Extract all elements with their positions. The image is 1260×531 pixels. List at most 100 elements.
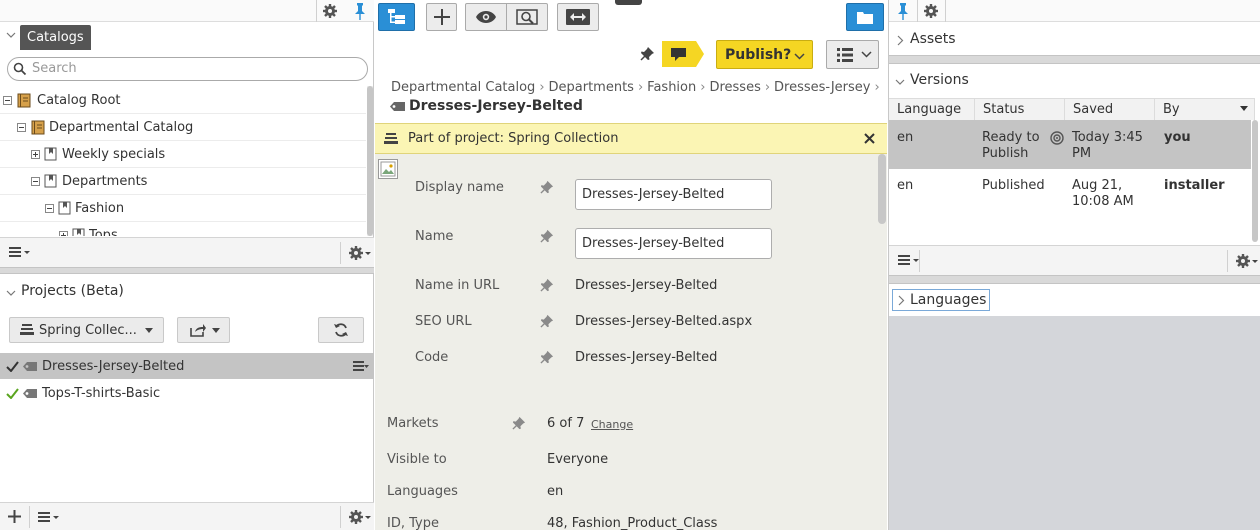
languages-title: Languages — [910, 292, 987, 308]
plus-icon — [433, 9, 450, 25]
project-select[interactable]: Spring Collec... — [9, 317, 164, 343]
pin-off-icon[interactable] — [640, 46, 655, 61]
catalogs-header[interactable]: Catalogs — [0, 24, 374, 50]
pane-splitter[interactable] — [889, 275, 1260, 284]
pin-off-icon[interactable] — [512, 416, 526, 430]
collapse-icon[interactable] — [31, 176, 40, 186]
preview-button[interactable] — [465, 3, 507, 31]
page-title: Dresses-Jersey-Belted — [409, 98, 583, 114]
code-label: Code — [415, 350, 449, 365]
project-item-label: Dresses-Jersey-Belted — [42, 358, 185, 374]
publish-button[interactable]: Publish? — [716, 40, 813, 69]
view-options-button[interactable] — [826, 40, 879, 69]
pin-off-icon[interactable] — [540, 350, 554, 364]
breadcrumb-item[interactable]: Departmental Catalog — [391, 80, 535, 95]
collapse-icon[interactable] — [17, 122, 26, 132]
divider — [945, 0, 946, 22]
column-header-saved[interactable]: Saved — [1065, 98, 1155, 120]
tree-item-weekly-specials[interactable]: Weekly specials — [0, 141, 366, 168]
project-select-label: Spring Collec... — [39, 322, 137, 338]
list-menu-icon[interactable] — [9, 246, 31, 258]
search-input[interactable]: Search — [7, 57, 368, 81]
collapse-icon[interactable] — [45, 203, 54, 213]
table-row[interactable]: en Ready to Publish Today 3:45 PM you — [889, 120, 1251, 169]
category-icon — [58, 201, 71, 215]
tree-item-tops[interactable]: Tops — [0, 222, 366, 236]
project-item-tops-t-shirts-basic[interactable]: Tops-T-shirts-Basic — [0, 380, 374, 406]
gear-icon[interactable] — [348, 509, 372, 525]
gear-icon[interactable] — [348, 245, 372, 261]
gear-icon[interactable] — [1235, 253, 1259, 269]
list-menu-icon[interactable] — [898, 254, 920, 266]
seo-url-value[interactable]: Dresses-Jersey-Belted.aspx — [575, 314, 752, 329]
pin-icon[interactable] — [895, 2, 911, 20]
scrollbar-thumb[interactable] — [367, 86, 373, 236]
add-content-button[interactable] — [426, 3, 457, 31]
divider — [1227, 250, 1228, 272]
collapse-icon[interactable] — [3, 95, 12, 105]
list-menu-icon[interactable] — [38, 511, 60, 523]
tree-item-fashion[interactable]: Fashion — [0, 195, 366, 222]
pane-splitter[interactable] — [0, 267, 374, 274]
breadcrumb-item[interactable]: Dresses — [709, 80, 760, 95]
compare-icon — [566, 9, 590, 25]
column-header-status[interactable]: Status — [975, 98, 1065, 120]
seo-url-label: SEO URL — [415, 314, 472, 329]
expand-icon[interactable] — [31, 149, 40, 159]
markets-change-link[interactable]: Change — [591, 418, 633, 431]
tree-item-departments[interactable]: Departments — [0, 168, 366, 195]
tree-item-departmental-catalog[interactable]: Departmental Catalog — [0, 114, 366, 141]
name-in-url-value[interactable]: Dresses-Jersey-Belted — [575, 278, 717, 293]
assets-header[interactable]: Assets — [889, 27, 1260, 55]
thumbnail-image — [378, 159, 398, 179]
breadcrumb-item[interactable]: Fashion — [647, 80, 696, 95]
search-placeholder: Search — [32, 61, 77, 76]
gear-icon[interactable] — [322, 3, 338, 19]
refresh-button[interactable] — [318, 317, 364, 343]
code-value[interactable]: Dresses-Jersey-Belted — [575, 350, 717, 365]
sort-caret-icon[interactable] — [1240, 106, 1248, 111]
publish-label: Publish? — [725, 46, 792, 63]
pin-icon[interactable] — [352, 2, 368, 20]
tree-item-label: Tops — [89, 227, 118, 237]
view-on-website-button[interactable] — [506, 3, 548, 31]
project-item-dresses-jersey-belted[interactable]: Dresses-Jersey-Belted — [0, 353, 374, 379]
tree-scrollbar[interactable] — [367, 86, 373, 236]
share-menu-button[interactable] — [177, 317, 230, 343]
projects-header[interactable]: Projects (Beta) — [0, 275, 374, 309]
column-header-language[interactable]: Language — [889, 98, 975, 120]
tree-item-catalog-root[interactable]: Catalog Root — [0, 87, 366, 114]
product-tag-icon — [23, 388, 38, 399]
tab-handle[interactable] — [615, 0, 642, 5]
table-row[interactable]: en Published Aug 21, 10:08 AM installer — [889, 169, 1251, 217]
comments-icon[interactable] — [662, 41, 704, 67]
gear-icon[interactable] — [923, 3, 939, 19]
versions-header[interactable]: Versions — [889, 68, 1260, 96]
scrollbar-thumb[interactable] — [878, 154, 886, 224]
pin-off-icon[interactable] — [540, 229, 554, 243]
close-icon[interactable] — [864, 133, 875, 144]
display-name-input[interactable]: Dresses-Jersey-Belted — [575, 179, 772, 210]
name-input[interactable]: Dresses-Jersey-Belted — [575, 228, 772, 259]
pane-splitter[interactable] — [889, 55, 1260, 64]
share-icon — [190, 323, 206, 337]
breadcrumb-item[interactable]: Departments — [549, 80, 634, 95]
product-tag-icon — [23, 361, 38, 372]
id-type-label: ID, Type — [387, 516, 439, 531]
pin-off-icon[interactable] — [540, 278, 554, 292]
tree-item-label: Departments — [62, 173, 148, 189]
expand-icon[interactable] — [59, 230, 68, 236]
breadcrumb-item[interactable]: Dresses-Jersey — [774, 80, 870, 95]
assets-pane-toggle[interactable] — [846, 3, 884, 31]
pin-off-icon[interactable] — [540, 180, 554, 194]
scrollbar-thumb[interactable] — [1252, 120, 1258, 242]
languages-header[interactable]: Languages — [892, 289, 990, 311]
id-type-value: 48, Fashion_Product_Class — [547, 516, 718, 531]
compare-button[interactable] — [557, 3, 599, 31]
item-menu-icon[interactable] — [353, 360, 369, 372]
pin-off-icon[interactable] — [540, 314, 554, 328]
add-icon[interactable] — [8, 510, 21, 523]
breadcrumb: Departmental Catalog › Departments › Fas… — [391, 80, 880, 95]
catalogs-title: Catalogs — [20, 25, 91, 50]
navigation-pane-toggle[interactable] — [378, 3, 415, 31]
